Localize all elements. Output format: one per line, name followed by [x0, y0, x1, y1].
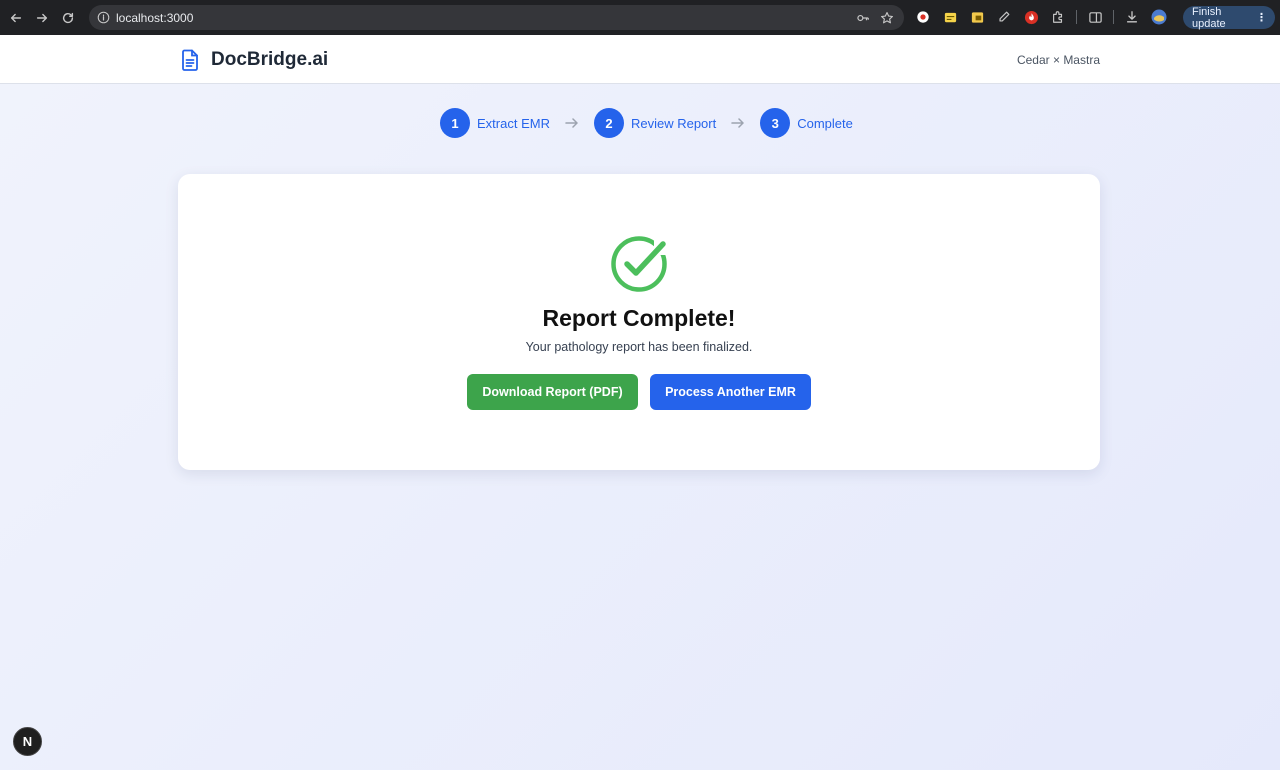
- arrow-right-icon: [564, 115, 580, 131]
- arrow-right-icon: [730, 115, 746, 131]
- step-label: Complete: [797, 115, 853, 131]
- partner-text: Cedar × Mastra: [1016, 53, 1100, 67]
- more-vert-icon[interactable]: ⋮: [1256, 11, 1267, 24]
- toolbar-separator: [1076, 10, 1077, 24]
- back-icon[interactable]: [3, 5, 29, 31]
- step-number: 2: [593, 108, 624, 138]
- step-extract-emr[interactable]: 1 Extract EMR: [440, 108, 550, 138]
- brand-logo[interactable]: DocBridge.ai: [178, 48, 328, 72]
- card-title: Report Complete!: [542, 305, 736, 331]
- flame-extension-icon[interactable]: [1022, 8, 1040, 26]
- toolbar-separator: [1113, 10, 1114, 24]
- finish-update-label: Finish update: [1192, 5, 1226, 30]
- address-bar[interactable]: localhost:3000: [89, 5, 904, 30]
- check-circle-icon: [611, 235, 668, 292]
- step-number: 1: [440, 108, 470, 138]
- process-another-emr-button[interactable]: Process Another EMR: [650, 374, 811, 410]
- step-complete[interactable]: 3 Complete: [760, 108, 853, 138]
- document-icon: [182, 49, 198, 71]
- eyedropper-extension-icon[interactable]: [995, 8, 1013, 26]
- step-number: 3: [760, 108, 791, 138]
- side-panel-icon[interactable]: [1086, 8, 1104, 26]
- step-label: Extract EMR: [477, 115, 550, 131]
- notes-extension-icon[interactable]: [941, 8, 959, 26]
- download-report-button[interactable]: Download Report (PDF): [467, 374, 638, 410]
- site-info-icon[interactable]: [96, 11, 110, 25]
- reload-icon[interactable]: [55, 5, 81, 31]
- download-icon[interactable]: [1123, 8, 1141, 26]
- card-subtitle: Your pathology report has been finalized…: [525, 340, 753, 354]
- nextjs-dev-badge[interactable]: N: [13, 727, 42, 756]
- brand-name: DocBridge.ai: [211, 49, 329, 70]
- calendar-extension-icon[interactable]: [968, 8, 986, 26]
- browser-toolbar: localhost:3000 Finish update ⋮: [0, 0, 1280, 35]
- bookmark-star-icon[interactable]: [880, 11, 894, 25]
- profile-avatar-icon[interactable]: [1150, 8, 1168, 26]
- key-icon[interactable]: [856, 11, 870, 25]
- record-extension-icon[interactable]: [914, 8, 932, 26]
- puzzle-extensions-icon[interactable]: [1049, 8, 1067, 26]
- app-header: DocBridge.ai Cedar × Mastra: [0, 35, 1280, 84]
- forward-icon[interactable]: [29, 5, 55, 31]
- completion-card: Report Complete! Your pathology report h…: [178, 174, 1100, 470]
- finish-update-button[interactable]: Finish update ⋮: [1183, 5, 1275, 30]
- step-label: Review Report: [630, 115, 717, 131]
- url-text: localhost:3000: [116, 10, 194, 25]
- progress-steps: 1 Extract EMR 2 Review Report 3 Complete: [440, 108, 853, 138]
- step-review-report[interactable]: 2 Review Report: [593, 108, 717, 138]
